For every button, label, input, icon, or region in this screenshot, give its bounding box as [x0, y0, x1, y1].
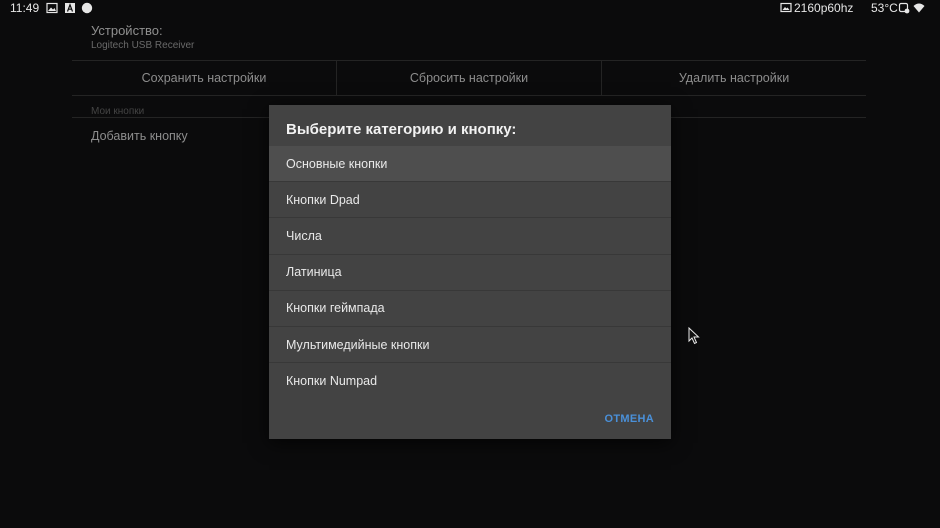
device-label: Устройство:: [91, 23, 163, 38]
category-dialog: Выберите категорию и кнопку: Основные кн…: [269, 105, 671, 439]
wifi-icon: [913, 3, 925, 13]
device-name: Logitech USB Receiver: [91, 40, 195, 51]
delete-settings-button[interactable]: Удалить настройки: [602, 61, 866, 95]
circle-icon: [81, 2, 93, 14]
category-item-numpad[interactable]: Кнопки Numpad: [269, 363, 671, 399]
dialog-title: Выберите категорию и кнопку:: [286, 121, 517, 138]
category-item-gamepad[interactable]: Кнопки геймпада: [269, 291, 671, 327]
settings-icon: [898, 2, 910, 14]
settings-actions: Сохранить настройки Сбросить настройки У…: [72, 60, 866, 96]
category-item-numbers[interactable]: Числа: [269, 218, 671, 255]
category-list: Основные кнопки Кнопки Dpad Числа Латини…: [269, 146, 671, 399]
reset-settings-button[interactable]: Сбросить настройки: [337, 61, 602, 95]
category-item-multimedia[interactable]: Мультимедийные кнопки: [269, 327, 671, 364]
display-icon: [780, 2, 792, 13]
category-item-basic[interactable]: Основные кнопки: [269, 146, 671, 183]
status-bar: 11:49 2160p60hz 53°C: [0, 0, 940, 16]
my-buttons-label: Мои кнопки: [91, 106, 145, 117]
temperature-indicator: 53°C: [871, 1, 898, 15]
font-icon: [65, 3, 75, 13]
mouse-cursor-icon: [688, 327, 700, 345]
image-icon: [46, 2, 58, 14]
save-settings-button[interactable]: Сохранить настройки: [72, 61, 337, 95]
category-item-dpad[interactable]: Кнопки Dpad: [269, 182, 671, 219]
cancel-button[interactable]: ОТМЕНА: [605, 413, 654, 425]
add-button[interactable]: Добавить кнопку: [91, 129, 188, 143]
category-item-latin[interactable]: Латиница: [269, 255, 671, 291]
clock: 11:49: [10, 1, 40, 15]
resolution-indicator: 2160p60hz: [794, 1, 854, 15]
